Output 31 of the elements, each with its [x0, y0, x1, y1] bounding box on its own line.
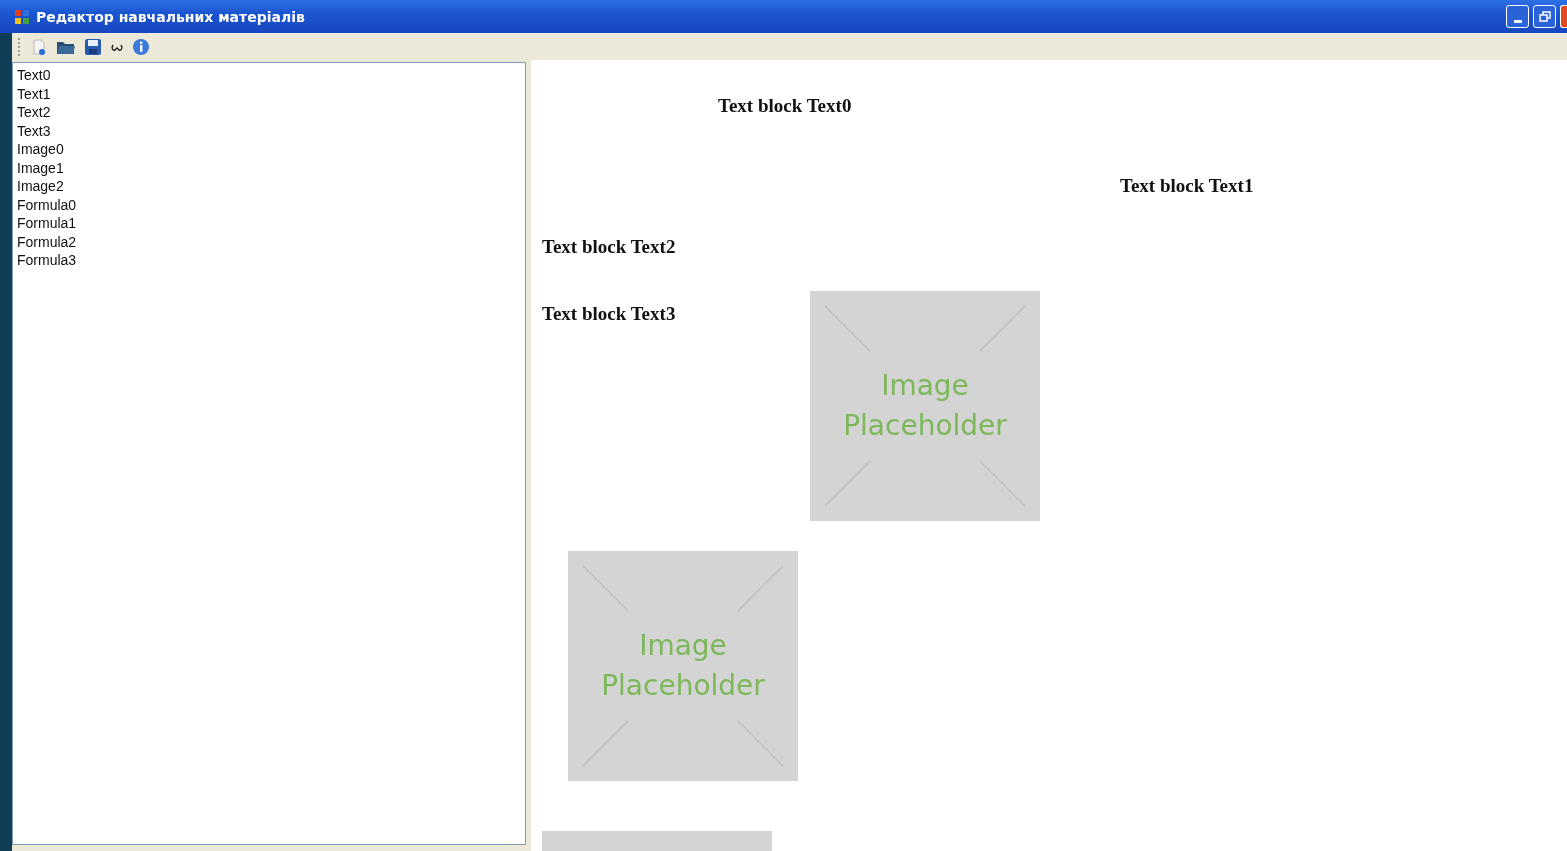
minimize-icon [1513, 20, 1522, 23]
restore-button[interactable] [1533, 5, 1556, 28]
list-item[interactable]: Text3 [13, 121, 51, 140]
close-button[interactable] [1560, 5, 1567, 28]
placeholder-caption: Image [639, 628, 727, 664]
text-block[interactable]: Text block Text0 [718, 95, 852, 117]
list-item[interactable]: Text0 [13, 66, 51, 85]
new-document-icon[interactable] [30, 37, 48, 56]
list-item[interactable]: Formula1 [13, 214, 77, 233]
list-item[interactable]: Formula3 [13, 251, 77, 270]
outline-list[interactable]: Text0 Text1 Text2 Text3 Image0 Image1 Image2 Formula0 Formula1 Formula2 Formula3 [12, 62, 526, 845]
save-icon[interactable] [84, 37, 102, 56]
info-icon[interactable] [132, 37, 150, 56]
list-item[interactable]: Image2 [13, 177, 64, 196]
list-item[interactable]: Formula2 [13, 232, 77, 251]
list-item[interactable]: Image0 [13, 140, 64, 159]
text-block[interactable]: Text block Text1 [1120, 175, 1254, 197]
toolbar-grip[interactable] [18, 37, 22, 56]
text-block[interactable]: Text block Text3 [542, 303, 676, 325]
placeholder-caption: Image [881, 368, 969, 404]
minimize-button[interactable] [1506, 5, 1529, 28]
placeholder-caption: Placeholder [601, 668, 765, 704]
text-block[interactable]: Text block Text2 [542, 236, 676, 258]
placeholder-caption: Placeholder [843, 408, 1007, 444]
list-item[interactable]: Formula0 [13, 195, 77, 214]
app-icon [14, 8, 30, 25]
window-title: Редактор навчальних матеріалів [36, 8, 306, 25]
restore-icon [1538, 10, 1551, 23]
list-item[interactable]: Text2 [13, 103, 51, 122]
list-item[interactable]: Text1 [13, 84, 51, 103]
list-item[interactable]: Image1 [13, 158, 64, 177]
